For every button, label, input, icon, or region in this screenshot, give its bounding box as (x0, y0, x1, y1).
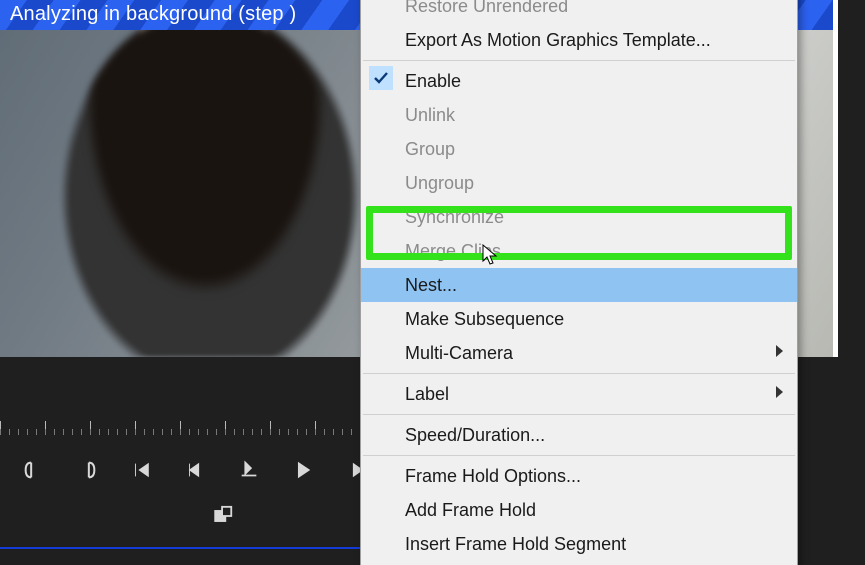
menu-item-export-as-motion-graphics-template[interactable]: Export As Motion Graphics Template... (361, 23, 797, 57)
menu-item-insert-frame-hold-segment[interactable]: Insert Frame Hold Segment (361, 527, 797, 561)
menu-item-restore-unrendered: Restore Unrendered (361, 0, 797, 23)
menu-item-label: Frame Hold Options... (405, 466, 581, 486)
preview-figure-hair (75, 10, 335, 310)
menu-item-ungroup: Ungroup (361, 166, 797, 200)
menu-item-label: Export As Motion Graphics Template... (405, 30, 711, 50)
transport-bar (0, 415, 360, 535)
menu-item-synchronize: Synchronize (361, 200, 797, 234)
chevron-right-icon (776, 345, 783, 357)
mouse-cursor-icon (482, 244, 500, 268)
menu-item-unlink: Unlink (361, 98, 797, 132)
analysis-status-text: Analyzing in background (step ) (10, 3, 296, 25)
menu-item-group: Group (361, 132, 797, 166)
menu-separator (363, 455, 795, 456)
mark-in-button[interactable] (20, 457, 46, 483)
menu-separator (363, 60, 795, 61)
menu-item-label[interactable]: Label (361, 377, 797, 411)
menu-item-label: Multi-Camera (405, 343, 513, 363)
timeline-ruler[interactable] (0, 415, 360, 435)
menu-item-enable[interactable]: Enable (361, 64, 797, 98)
menu-item-speed-duration[interactable]: Speed/Duration... (361, 418, 797, 452)
menu-item-label: Speed/Duration... (405, 425, 545, 445)
export-frame-button[interactable] (210, 503, 236, 529)
menu-item-multi-camera[interactable]: Multi-Camera (361, 336, 797, 370)
mark-out-button[interactable] (74, 457, 100, 483)
checkmark-icon (369, 66, 393, 90)
go-to-in-button[interactable] (128, 457, 154, 483)
menu-item-nest[interactable]: Nest... (361, 268, 797, 302)
menu-item-label: Restore Unrendered (405, 0, 568, 16)
menu-item-label: Unlink (405, 105, 455, 125)
menu-item-label: Group (405, 139, 455, 159)
menu-item-add-frame-hold[interactable]: Add Frame Hold (361, 493, 797, 527)
menu-item-label: Nest... (405, 275, 457, 295)
menu-item-label: Add Frame Hold (405, 500, 536, 520)
menu-item-merge-clips: Merge Clips... (361, 234, 797, 268)
insert-button[interactable] (236, 457, 262, 483)
menu-item-label: Enable (405, 71, 461, 91)
play-button[interactable] (290, 457, 316, 483)
menu-item-label: Ungroup (405, 173, 474, 193)
menu-item-label: Synchronize (405, 207, 504, 227)
menu-separator (363, 414, 795, 415)
chevron-right-icon (776, 386, 783, 398)
step-back-button[interactable] (182, 457, 208, 483)
menu-separator (363, 373, 795, 374)
clip-context-menu: Restore Unrendered Export As Motion Graph… (360, 0, 798, 565)
menu-item-make-subsequence[interactable]: Make Subsequence (361, 302, 797, 336)
menu-item-label: Insert Frame Hold Segment (405, 534, 626, 554)
menu-item-label: Label (405, 384, 449, 404)
menu-item-frame-hold-options[interactable]: Frame Hold Options... (361, 459, 797, 493)
menu-item-field-options: Field Options... (361, 561, 797, 565)
timeline-playhead-line (0, 547, 360, 549)
menu-item-label: Make Subsequence (405, 309, 564, 329)
